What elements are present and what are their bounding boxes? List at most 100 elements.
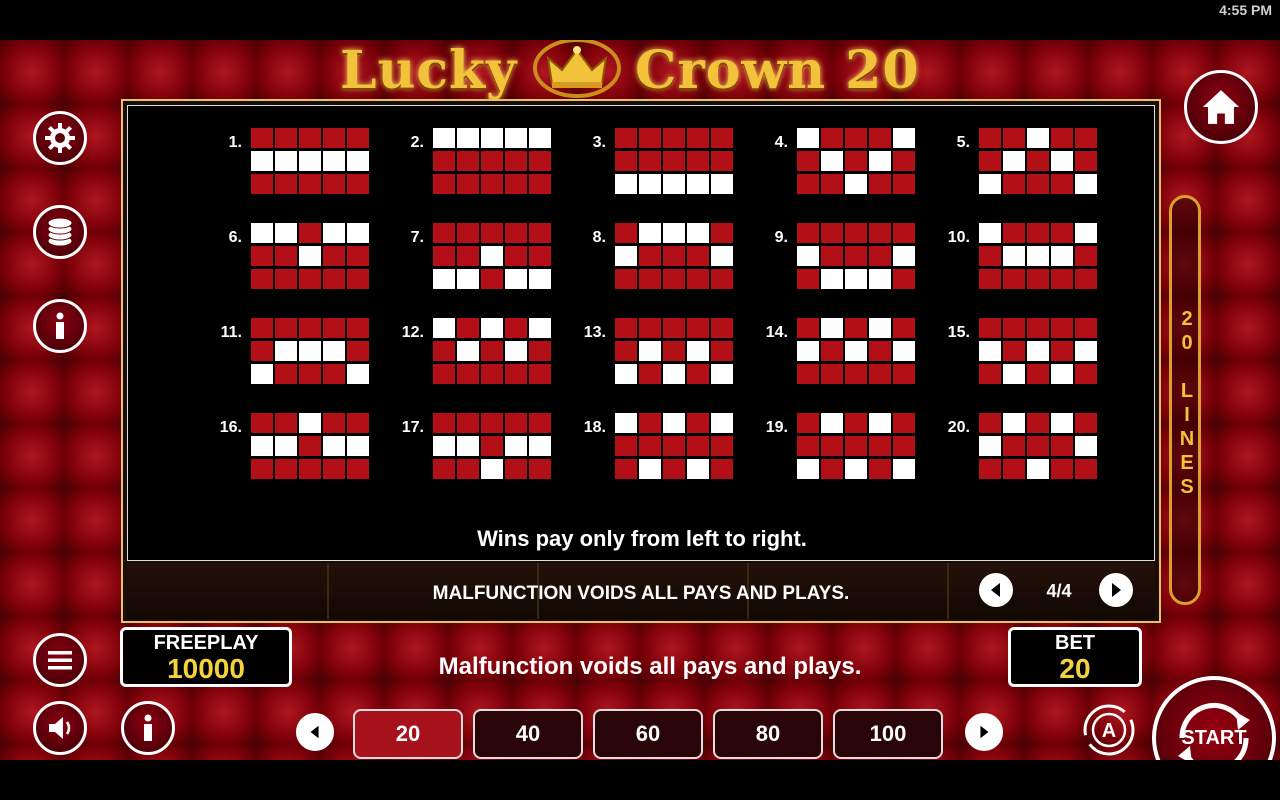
clock: 4:55 PM <box>1219 2 1272 18</box>
payline-cell-active <box>1075 436 1097 456</box>
payline-cell <box>663 459 685 479</box>
payline-cell <box>299 318 321 338</box>
next-page-button[interactable] <box>1099 573 1133 607</box>
bet-option-button[interactable]: 60 <box>593 709 703 759</box>
payline-cell <box>251 246 273 266</box>
settings-button[interactable] <box>33 111 87 165</box>
paytable-info-button[interactable] <box>33 299 87 353</box>
payline-number: 2. <box>410 134 424 151</box>
payline-cell <box>481 436 503 456</box>
payline-cell <box>615 128 637 148</box>
bet-option-button[interactable]: 20 <box>353 709 463 759</box>
start-spin-button[interactable]: START <box>1152 676 1276 760</box>
payline-cell <box>1051 269 1073 289</box>
payline-pattern <box>797 128 917 194</box>
payline-cell <box>893 318 915 338</box>
payline-cell-active <box>251 436 273 456</box>
payline-item: 3. <box>566 128 746 198</box>
bet-option-button[interactable]: 100 <box>833 709 943 759</box>
help-info-button[interactable] <box>121 701 175 755</box>
payline-cell-active <box>615 174 637 194</box>
previous-page-button[interactable] <box>979 573 1013 607</box>
payline-cell-active <box>347 151 369 171</box>
payline-cell <box>1003 128 1025 148</box>
bet-decrease-button[interactable] <box>296 713 334 751</box>
payline-cell <box>663 246 685 266</box>
status-message: Malfunction voids all pays and plays. <box>438 653 862 680</box>
payline-cell <box>979 269 1001 289</box>
payline-pattern <box>433 413 553 479</box>
payline-cell <box>433 413 455 433</box>
menu-button[interactable] <box>33 633 87 687</box>
home-button[interactable] <box>1184 70 1258 144</box>
payline-cell-active <box>797 128 819 148</box>
payline-pattern <box>979 128 1099 194</box>
payline-cell-active <box>893 459 915 479</box>
autoplay-button[interactable]: A <box>1082 703 1136 757</box>
payline-cell-active <box>1075 341 1097 361</box>
payline-cell <box>323 128 345 148</box>
payline-cell-active <box>323 436 345 456</box>
payline-number: 14. <box>765 324 788 341</box>
payline-cell <box>275 128 297 148</box>
payline-pattern <box>979 223 1099 289</box>
payline-cell-active <box>505 436 527 456</box>
payline-cell <box>275 269 297 289</box>
payline-cell <box>505 364 527 384</box>
payline-cell <box>663 128 685 148</box>
payline-pattern <box>433 128 553 194</box>
payline-cell <box>1003 341 1025 361</box>
payline-cell-active <box>1027 128 1049 148</box>
payline-cell <box>1051 128 1073 148</box>
payline-cell <box>1003 223 1025 243</box>
payline-cell <box>615 269 637 289</box>
payline-cell-active <box>457 128 479 148</box>
lines-count-label: 20 LINES <box>1176 308 1198 500</box>
payline-item: 10. <box>930 223 1110 293</box>
freeplay-value: 10000 <box>167 653 245 684</box>
payline-cell <box>433 223 455 243</box>
payline-cell <box>1051 174 1073 194</box>
payline-item: 13. <box>566 318 746 388</box>
payline-cell <box>457 151 479 171</box>
payline-cell <box>347 128 369 148</box>
payline-cell <box>687 246 709 266</box>
payline-cell-active <box>1003 364 1025 384</box>
payline-cell-active <box>979 341 1001 361</box>
payline-cell <box>529 341 551 361</box>
payline-cell <box>1027 364 1049 384</box>
payline-cell-active <box>869 151 891 171</box>
payline-cell <box>299 269 321 289</box>
payline-cell <box>505 246 527 266</box>
payline-cell <box>481 341 503 361</box>
payline-cell <box>323 364 345 384</box>
payline-number: 12. <box>401 324 424 341</box>
bet-increase-button[interactable] <box>965 713 1003 751</box>
bet-option-button[interactable]: 80 <box>713 709 823 759</box>
payline-cell <box>251 413 273 433</box>
bet-option-button[interactable]: 40 <box>473 709 583 759</box>
payline-cell-active <box>639 459 661 479</box>
payline-item: 18. <box>566 413 746 483</box>
payline-cell <box>299 128 321 148</box>
payline-cell <box>1075 413 1097 433</box>
payline-cell-active <box>711 246 733 266</box>
payline-cell <box>797 364 819 384</box>
payline-cell <box>1051 318 1073 338</box>
payline-cell <box>299 436 321 456</box>
payline-cell-active <box>1027 246 1049 266</box>
payline-cell <box>615 223 637 243</box>
payline-cell <box>639 318 661 338</box>
payline-cell <box>821 364 843 384</box>
payline-cell-active <box>979 436 1001 456</box>
payline-cell <box>433 459 455 479</box>
payline-cell <box>615 341 637 361</box>
coins-button[interactable] <box>33 205 87 259</box>
payline-cell <box>505 151 527 171</box>
payline-cell <box>529 413 551 433</box>
payline-cell <box>1051 436 1073 456</box>
payline-cell <box>323 246 345 266</box>
sound-button[interactable] <box>33 701 87 755</box>
payline-cell <box>1075 151 1097 171</box>
payline-cell-active <box>251 151 273 171</box>
